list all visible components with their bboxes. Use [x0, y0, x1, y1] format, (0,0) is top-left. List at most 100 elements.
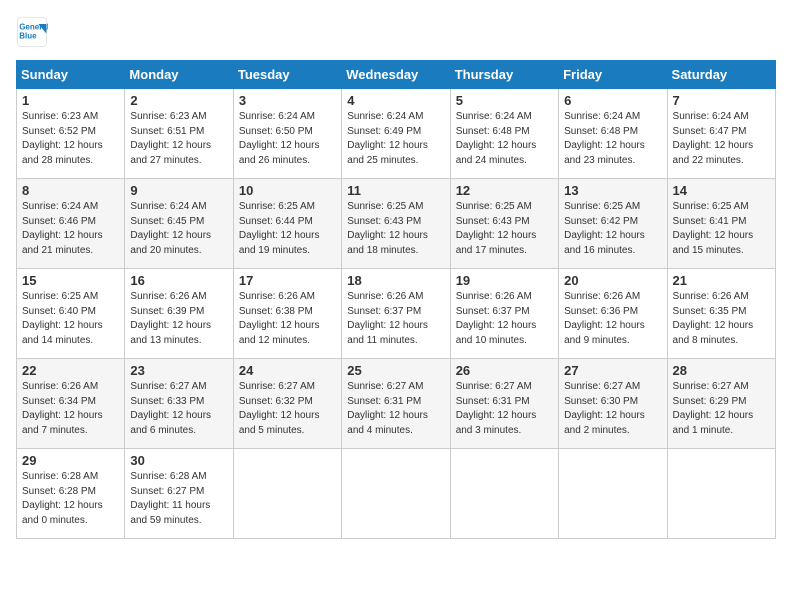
- week-row-5: 29 Sunrise: 6:28 AMSunset: 6:28 PMDayligh…: [17, 449, 776, 539]
- logo-icon: General Blue: [16, 16, 48, 48]
- calendar-cell: [559, 449, 667, 539]
- day-info: Sunrise: 6:26 AMSunset: 6:35 PMDaylight:…: [673, 290, 770, 348]
- calendar-cell: 3 Sunrise: 6:24 AMSunset: 6:50 PMDaylight…: [233, 89, 341, 179]
- day-number: 29: [22, 453, 119, 468]
- calendar-cell: 1 Sunrise: 6:23 AMSunset: 6:52 PMDaylight…: [17, 89, 125, 179]
- calendar-cell: 22 Sunrise: 6:26 AMSunset: 6:34 PMDayligh…: [17, 359, 125, 449]
- calendar-cell: 7 Sunrise: 6:24 AMSunset: 6:47 PMDaylight…: [667, 89, 775, 179]
- day-info: Sunrise: 6:25 AMSunset: 6:43 PMDaylight:…: [456, 200, 553, 258]
- day-info: Sunrise: 6:25 AMSunset: 6:43 PMDaylight:…: [347, 200, 444, 258]
- calendar-cell: 26 Sunrise: 6:27 AMSunset: 6:31 PMDayligh…: [450, 359, 558, 449]
- day-info: Sunrise: 6:26 AMSunset: 6:38 PMDaylight:…: [239, 290, 336, 348]
- day-info: Sunrise: 6:24 AMSunset: 6:47 PMDaylight:…: [673, 110, 770, 168]
- day-info: Sunrise: 6:24 AMSunset: 6:48 PMDaylight:…: [564, 110, 661, 168]
- day-number: 9: [130, 183, 227, 198]
- day-number: 24: [239, 363, 336, 378]
- day-info: Sunrise: 6:24 AMSunset: 6:46 PMDaylight:…: [22, 200, 119, 258]
- calendar-cell: 15Sunrise: 6:25 AMSunset: 6:40 PMDayligh…: [17, 269, 125, 359]
- col-header-saturday: Saturday: [667, 61, 775, 89]
- day-number: 30: [130, 453, 227, 468]
- day-info: Sunrise: 6:25 AMSunset: 6:41 PMDaylight:…: [673, 200, 770, 258]
- calendar-cell: 28 Sunrise: 6:27 AMSunset: 6:29 PMDayligh…: [667, 359, 775, 449]
- calendar-cell: 2 Sunrise: 6:23 AMSunset: 6:51 PMDaylight…: [125, 89, 233, 179]
- day-number: 7: [673, 93, 770, 108]
- day-info: Sunrise: 6:25 AMSunset: 6:42 PMDaylight:…: [564, 200, 661, 258]
- day-info: Sunrise: 6:24 AMSunset: 6:49 PMDaylight:…: [347, 110, 444, 168]
- col-header-sunday: Sunday: [17, 61, 125, 89]
- day-number: 28: [673, 363, 770, 378]
- day-info: Sunrise: 6:27 AMSunset: 6:31 PMDaylight:…: [456, 380, 553, 438]
- calendar-table: SundayMondayTuesdayWednesdayThursdayFrid…: [16, 60, 776, 539]
- day-number: 15: [22, 273, 119, 288]
- calendar-cell: 20 Sunrise: 6:26 AMSunset: 6:36 PMDayligh…: [559, 269, 667, 359]
- day-number: 16: [130, 273, 227, 288]
- calendar-cell: 9 Sunrise: 6:24 AMSunset: 6:45 PMDaylight…: [125, 179, 233, 269]
- day-number: 19: [456, 273, 553, 288]
- day-info: Sunrise: 6:24 AMSunset: 6:45 PMDaylight:…: [130, 200, 227, 258]
- calendar-cell: 11 Sunrise: 6:25 AMSunset: 6:43 PMDayligh…: [342, 179, 450, 269]
- day-number: 22: [22, 363, 119, 378]
- calendar-cell: 24 Sunrise: 6:27 AMSunset: 6:32 PMDayligh…: [233, 359, 341, 449]
- week-row-3: 15Sunrise: 6:25 AMSunset: 6:40 PMDayligh…: [17, 269, 776, 359]
- day-number: 2: [130, 93, 227, 108]
- week-row-2: 8 Sunrise: 6:24 AMSunset: 6:46 PMDaylight…: [17, 179, 776, 269]
- day-info: Sunrise: 6:23 AMSunset: 6:51 PMDaylight:…: [130, 110, 227, 168]
- calendar-cell: [233, 449, 341, 539]
- calendar-cell: [450, 449, 558, 539]
- calendar-cell: [667, 449, 775, 539]
- header: General Blue: [16, 16, 776, 48]
- day-info: Sunrise: 6:28 AMSunset: 6:28 PMDaylight:…: [22, 470, 119, 528]
- day-number: 8: [22, 183, 119, 198]
- calendar-cell: 17Sunrise: 6:26 AMSunset: 6:38 PMDayligh…: [233, 269, 341, 359]
- calendar-cell: 30 Sunrise: 6:28 AMSunset: 6:27 PMDayligh…: [125, 449, 233, 539]
- day-info: Sunrise: 6:27 AMSunset: 6:31 PMDaylight:…: [347, 380, 444, 438]
- day-number: 3: [239, 93, 336, 108]
- calendar-cell: 5Sunrise: 6:24 AMSunset: 6:48 PMDaylight…: [450, 89, 558, 179]
- day-number: 11: [347, 183, 444, 198]
- day-number: 13: [564, 183, 661, 198]
- calendar-cell: 12 Sunrise: 6:25 AMSunset: 6:43 PMDayligh…: [450, 179, 558, 269]
- calendar-cell: 6 Sunrise: 6:24 AMSunset: 6:48 PMDaylight…: [559, 89, 667, 179]
- day-number: 27: [564, 363, 661, 378]
- calendar-cell: 18Sunrise: 6:26 AMSunset: 6:37 PMDayligh…: [342, 269, 450, 359]
- day-number: 10: [239, 183, 336, 198]
- calendar-cell: 16Sunrise: 6:26 AMSunset: 6:39 PMDayligh…: [125, 269, 233, 359]
- calendar-cell: 10 Sunrise: 6:25 AMSunset: 6:44 PMDayligh…: [233, 179, 341, 269]
- svg-text:Blue: Blue: [19, 31, 37, 40]
- header-row: SundayMondayTuesdayWednesdayThursdayFrid…: [17, 61, 776, 89]
- day-info: Sunrise: 6:25 AMSunset: 6:44 PMDaylight:…: [239, 200, 336, 258]
- day-number: 12: [456, 183, 553, 198]
- col-header-friday: Friday: [559, 61, 667, 89]
- day-info: Sunrise: 6:24 AMSunset: 6:50 PMDaylight:…: [239, 110, 336, 168]
- day-info: Sunrise: 6:27 AMSunset: 6:30 PMDaylight:…: [564, 380, 661, 438]
- day-number: 21: [673, 273, 770, 288]
- day-number: 26: [456, 363, 553, 378]
- week-row-1: 1 Sunrise: 6:23 AMSunset: 6:52 PMDaylight…: [17, 89, 776, 179]
- week-row-4: 22 Sunrise: 6:26 AMSunset: 6:34 PMDayligh…: [17, 359, 776, 449]
- calendar-cell: 23Sunrise: 6:27 AMSunset: 6:33 PMDayligh…: [125, 359, 233, 449]
- col-header-monday: Monday: [125, 61, 233, 89]
- calendar-cell: 21 Sunrise: 6:26 AMSunset: 6:35 PMDayligh…: [667, 269, 775, 359]
- col-header-thursday: Thursday: [450, 61, 558, 89]
- day-info: Sunrise: 6:26 AMSunset: 6:36 PMDaylight:…: [564, 290, 661, 348]
- day-number: 1: [22, 93, 119, 108]
- day-info: Sunrise: 6:27 AMSunset: 6:32 PMDaylight:…: [239, 380, 336, 438]
- calendar-cell: 8 Sunrise: 6:24 AMSunset: 6:46 PMDaylight…: [17, 179, 125, 269]
- day-number: 4: [347, 93, 444, 108]
- calendar-cell: [342, 449, 450, 539]
- day-number: 5: [456, 93, 553, 108]
- day-number: 18: [347, 273, 444, 288]
- day-number: 23: [130, 363, 227, 378]
- day-number: 6: [564, 93, 661, 108]
- day-info: Sunrise: 6:27 AMSunset: 6:29 PMDaylight:…: [673, 380, 770, 438]
- day-info: Sunrise: 6:26 AMSunset: 6:34 PMDaylight:…: [22, 380, 119, 438]
- day-info: Sunrise: 6:23 AMSunset: 6:52 PMDaylight:…: [22, 110, 119, 168]
- calendar-cell: 4 Sunrise: 6:24 AMSunset: 6:49 PMDaylight…: [342, 89, 450, 179]
- calendar-cell: 19Sunrise: 6:26 AMSunset: 6:37 PMDayligh…: [450, 269, 558, 359]
- col-header-wednesday: Wednesday: [342, 61, 450, 89]
- logo: General Blue: [16, 16, 52, 48]
- calendar-cell: 29 Sunrise: 6:28 AMSunset: 6:28 PMDayligh…: [17, 449, 125, 539]
- day-number: 20: [564, 273, 661, 288]
- calendar-cell: 27 Sunrise: 6:27 AMSunset: 6:30 PMDayligh…: [559, 359, 667, 449]
- day-info: Sunrise: 6:28 AMSunset: 6:27 PMDaylight:…: [130, 470, 227, 528]
